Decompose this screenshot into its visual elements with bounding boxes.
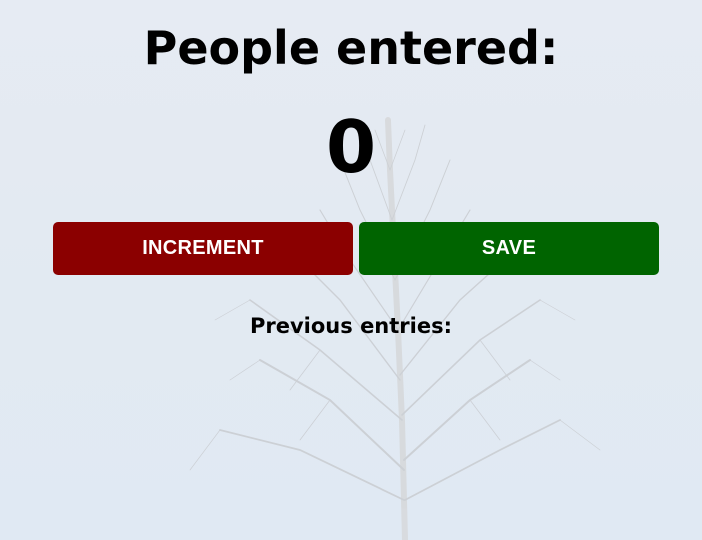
previous-entries-heading: Previous entries:: [250, 314, 452, 338]
increment-button-label: INCREMENT: [142, 237, 264, 259]
page-title: People entered:: [143, 21, 559, 75]
increment-button[interactable]: INCREMENT: [53, 222, 353, 275]
counter-app: People entered: 0 INCREMENT SAVE Previou…: [0, 0, 702, 540]
save-button[interactable]: SAVE: [359, 222, 659, 275]
people-count: 0: [325, 105, 377, 189]
save-button-label: SAVE: [481, 237, 537, 259]
